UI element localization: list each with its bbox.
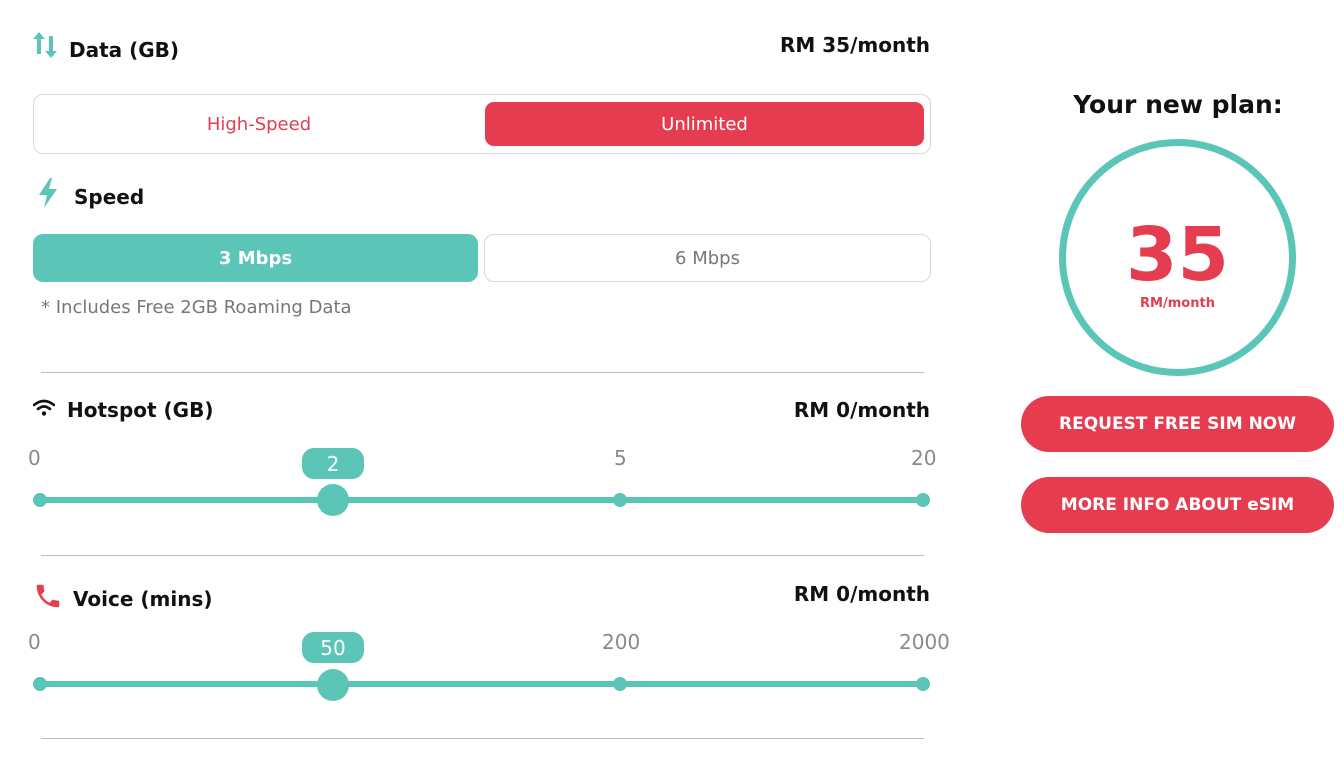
speed-option-3mbps[interactable]: 3 Mbps <box>33 234 478 282</box>
plan-panel-title: Your new plan: <box>1073 90 1283 119</box>
request-free-sim-button[interactable]: REQUEST FREE SIM NOW <box>1021 396 1334 452</box>
voice-slider-stop-0[interactable] <box>33 677 47 691</box>
hotspot-price: RM 0/month <box>793 398 930 422</box>
hotspot-section-title: Hotspot (GB) <box>67 398 214 422</box>
hotspot-tick-0: 0 <box>28 446 41 470</box>
lightning-icon <box>37 178 59 208</box>
speed-section-title: Speed <box>74 185 145 209</box>
speed-option-6mbps[interactable]: 6 Mbps <box>484 234 931 282</box>
data-option-unlimited[interactable]: Unlimited <box>485 102 924 146</box>
hotspot-tick-20: 20 <box>911 446 937 470</box>
data-transfer-icon <box>32 30 58 60</box>
more-info-esim-button[interactable]: MORE INFO ABOUT eSIM <box>1021 477 1334 533</box>
voice-value-bubble: 50 <box>302 632 364 663</box>
voice-slider-thumb[interactable] <box>317 669 349 701</box>
hotspot-slider-track[interactable] <box>40 497 924 503</box>
divider-2 <box>41 555 924 556</box>
voice-section-title: Voice (mins) <box>73 587 213 611</box>
voice-tick-2000: 2000 <box>899 630 950 654</box>
divider-1 <box>41 372 924 373</box>
plan-price-unit: RM/month <box>1140 296 1215 311</box>
divider-3 <box>41 738 924 739</box>
roaming-note: * Includes Free 2GB Roaming Data <box>41 297 352 318</box>
hotspot-slider-stop-0[interactable] <box>33 493 47 507</box>
voice-tick-0: 0 <box>28 630 41 654</box>
plan-price-value: 35 <box>1126 212 1229 298</box>
hotspot-slider-stop-20[interactable] <box>916 493 930 507</box>
hotspot-slider-stop-5[interactable] <box>613 493 627 507</box>
hotspot-value-bubble: 2 <box>302 448 364 479</box>
data-section-title: Data (GB) <box>69 38 180 62</box>
voice-price: RM 0/month <box>793 582 930 606</box>
voice-slider-stop-200[interactable] <box>613 677 627 691</box>
voice-slider-track[interactable] <box>40 681 924 687</box>
data-price: RM 35/month <box>779 33 930 57</box>
hotspot-tick-5: 5 <box>614 446 627 470</box>
hotspot-slider-thumb[interactable] <box>317 484 349 516</box>
data-type-toggle: High-Speed Unlimited <box>33 94 931 154</box>
voice-tick-200: 200 <box>602 630 641 654</box>
data-option-high-speed[interactable]: High-Speed <box>40 102 478 146</box>
voice-slider-stop-2000[interactable] <box>916 677 930 691</box>
phone-icon <box>33 581 63 611</box>
wifi-icon <box>33 399 55 417</box>
